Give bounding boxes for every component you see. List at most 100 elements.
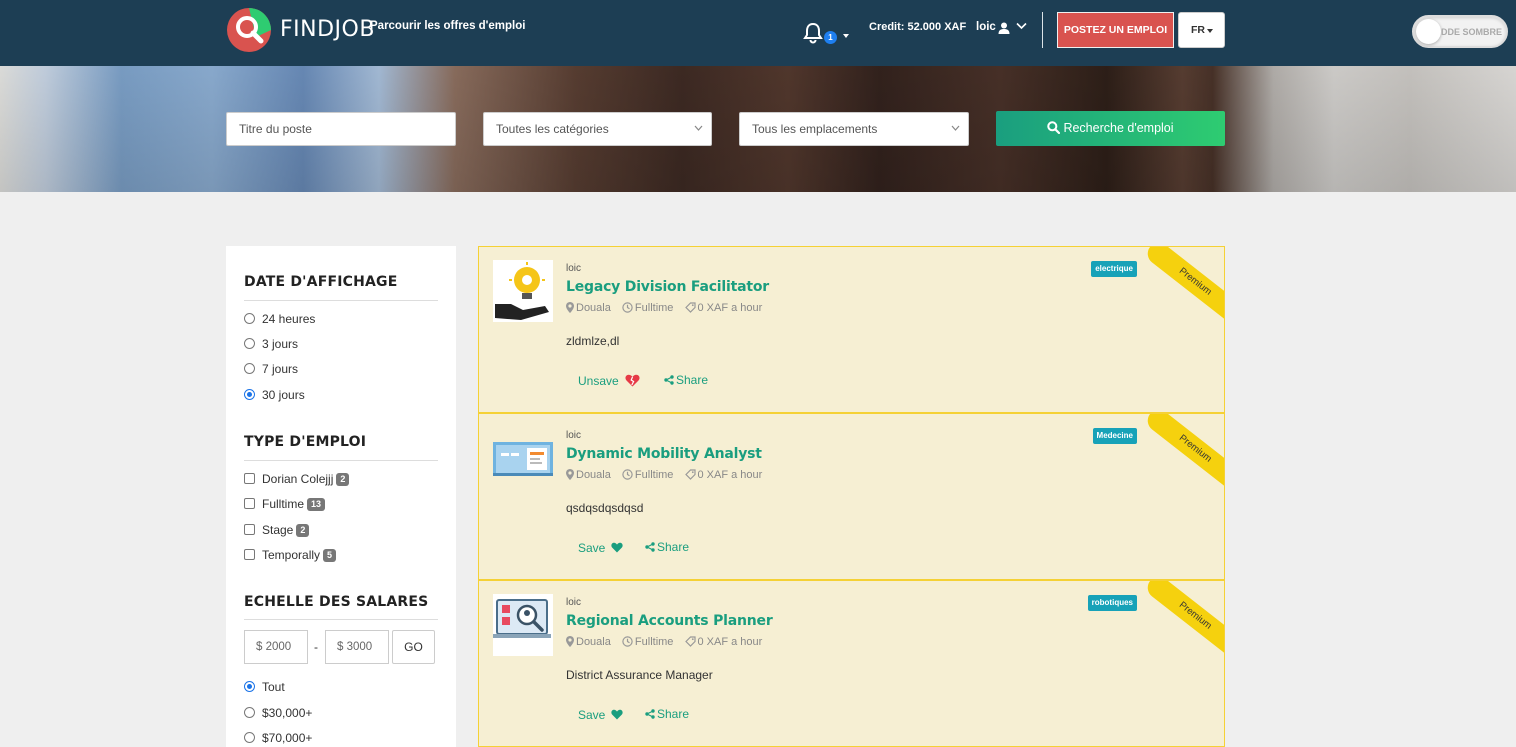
date-filter-title: DATE D'AFFICHAGE — [244, 274, 398, 290]
salary-range-separator: - — [314, 640, 318, 654]
option-label: Temporally — [262, 548, 321, 562]
language-select[interactable]: FR — [1178, 12, 1225, 48]
salary-text: 0 XAF a hour — [697, 302, 763, 314]
job-type: Fulltime — [622, 469, 674, 481]
clock-icon — [622, 302, 633, 313]
notification-count-badge: 1 — [824, 31, 837, 44]
radio-button-selected[interactable] — [244, 681, 255, 692]
checkbox[interactable] — [244, 524, 255, 535]
tag-icon — [684, 302, 696, 313]
checkbox[interactable] — [244, 473, 255, 484]
brand-name[interactable]: FINDJOB — [280, 17, 375, 42]
job-title-link[interactable]: Legacy Division Facilitator — [566, 279, 769, 295]
job-title-input[interactable]: Titre du poste — [226, 112, 456, 146]
job-thumbnail-lightbulb-hand[interactable] — [493, 260, 553, 322]
radio-button[interactable] — [244, 338, 255, 349]
job-salary: 0 XAF a hour — [684, 302, 763, 314]
findjob-logo-icon[interactable] — [226, 7, 272, 53]
salary-filter-title: ECHELLE DES SALARES — [244, 594, 429, 610]
notification-bell-icon[interactable] — [802, 22, 824, 44]
radio-button[interactable] — [244, 707, 255, 718]
radio-button[interactable] — [244, 363, 255, 374]
save-job-button[interactable]: Save — [578, 708, 623, 722]
navbar-divider — [1042, 12, 1043, 48]
share-icon — [645, 709, 655, 719]
location-select[interactable]: Tous les emplacements — [739, 112, 969, 146]
save-label: Save — [578, 541, 606, 555]
share-job-button[interactable]: Share — [664, 373, 708, 387]
divider — [244, 619, 438, 620]
hero-banner: Titre du poste Toutes les catégories Tou… — [0, 66, 1516, 192]
radio-button[interactable] — [244, 732, 255, 743]
salary-text: 0 XAF a hour — [697, 636, 763, 648]
job-poster: loic — [566, 597, 582, 608]
salary-go-button[interactable]: GO — [392, 630, 435, 664]
divider — [244, 300, 438, 301]
category-select-value: Toutes les catégories — [496, 122, 609, 136]
job-title-link[interactable]: Regional Accounts Planner — [566, 613, 773, 629]
clock-icon — [622, 636, 633, 647]
chevron-down-icon[interactable] — [1016, 22, 1027, 30]
count-badge: 13 — [307, 498, 326, 511]
job-salary: 0 XAF a hour — [684, 469, 762, 481]
type-text: Fulltime — [634, 636, 674, 648]
salary-min-input[interactable]: $ 2000 — [244, 630, 308, 664]
category-select[interactable]: Toutes les catégories — [483, 112, 712, 146]
toggle-knob — [1416, 19, 1441, 44]
job-location: Douala — [566, 469, 611, 481]
option-label: Fulltime — [262, 497, 305, 511]
job-location: Douala — [566, 302, 611, 314]
radio-button[interactable] — [244, 313, 255, 324]
chevron-down-icon — [694, 125, 703, 131]
location-text: Douala — [576, 636, 611, 648]
job-thumbnail-laptop-profiles[interactable] — [493, 594, 553, 656]
checkbox[interactable] — [244, 549, 255, 560]
unsave-job-button[interactable]: Unsave — [578, 374, 640, 388]
checkbox[interactable] — [244, 498, 255, 509]
category-badge[interactable]: electrique — [1091, 261, 1137, 277]
job-title-placeholder: Titre du poste — [239, 122, 312, 136]
search-jobs-button[interactable]: Recherche d'emploi — [996, 111, 1225, 146]
heart-icon — [611, 542, 623, 553]
search-icon — [1047, 121, 1061, 135]
salary-min-placeholder: $ 2000 — [256, 641, 292, 653]
type-text: Fulltime — [634, 469, 674, 481]
option-label: 7 jours — [262, 362, 299, 376]
user-icon[interactable] — [998, 22, 1010, 34]
job-poster: loic — [566, 430, 582, 441]
chevron-down-icon — [951, 125, 960, 131]
salary-max-placeholder: $ 3000 — [337, 641, 373, 653]
job-card[interactable]: loic Dynamic Mobility Analyst Douala Ful… — [478, 413, 1225, 580]
category-badge[interactable]: robotiques — [1087, 595, 1137, 611]
location-text: Douala — [576, 302, 611, 314]
language-label: FR — [1191, 24, 1205, 36]
browse-jobs-link[interactable]: Parcourir les offres d'emploi — [370, 20, 525, 32]
job-poster: loic — [566, 263, 582, 274]
job-meta: Douala Fulltime 0 XAF a hour — [566, 469, 770, 481]
job-salary: 0 XAF a hour — [684, 636, 763, 648]
share-job-button[interactable]: Share — [645, 707, 689, 721]
radio-button-selected[interactable] — [244, 389, 255, 400]
job-card[interactable]: loic Legacy Division Facilitator Douala … — [478, 246, 1225, 413]
search-button-label: Recherche d'emploi — [1063, 121, 1174, 135]
save-job-button[interactable]: Save — [578, 541, 623, 555]
premium-ribbon: Premium — [1143, 581, 1224, 660]
user-menu-name[interactable]: loic — [976, 21, 996, 33]
share-job-button[interactable]: Share — [645, 540, 689, 554]
salary-max-input[interactable]: $ 3000 — [325, 630, 389, 664]
job-title-link[interactable]: Dynamic Mobility Analyst — [566, 446, 762, 462]
option-label: Dorian Colejjj — [262, 472, 334, 486]
category-badge[interactable]: Medecine — [1092, 428, 1137, 444]
job-card[interactable]: loic Regional Accounts Planner Douala Fu… — [478, 580, 1225, 747]
post-job-button[interactable]: POSTEZ UN EMPLOI — [1057, 12, 1174, 48]
job-thumbnail-dashboard[interactable] — [493, 427, 553, 489]
job-type-filter-title: TYPE D'EMPLOI — [244, 434, 367, 450]
heart-icon — [611, 709, 623, 720]
dark-mode-toggle[interactable]: DDE SOMBRE — [1412, 15, 1508, 48]
filters-sidebar: DATE D'AFFICHAGE 24 heures 3 jours 7 jou… — [226, 246, 456, 747]
dark-mode-label: DDE SOMBRE — [1441, 27, 1503, 37]
premium-ribbon: Premium — [1143, 414, 1224, 493]
share-icon — [645, 542, 655, 552]
notification-caret-icon[interactable] — [843, 34, 849, 38]
top-navbar: FINDJOB Parcourir les offres d'emploi 1 … — [0, 0, 1516, 66]
